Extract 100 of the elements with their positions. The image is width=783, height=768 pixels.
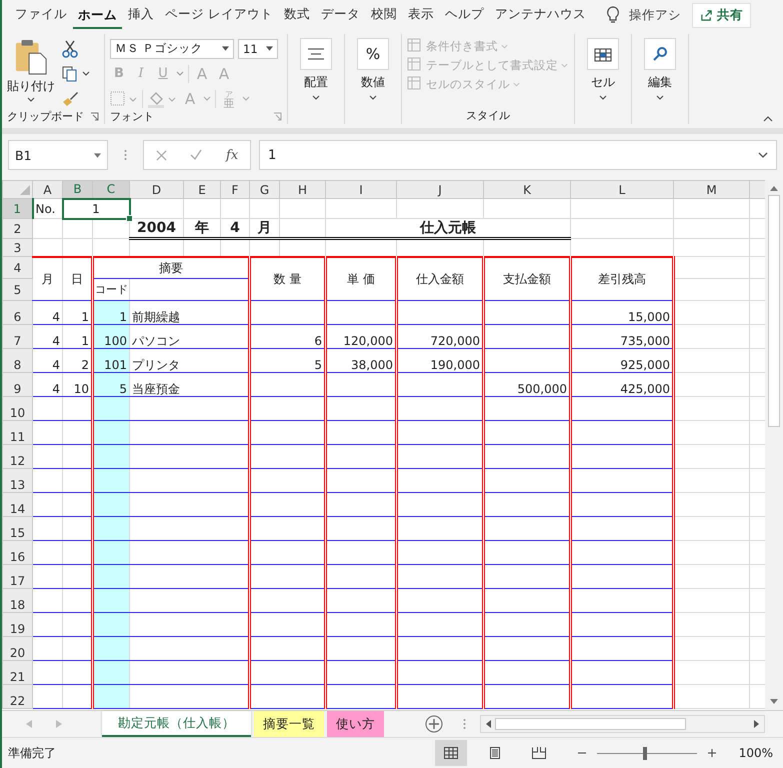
insert-function-button[interactable]: fx	[226, 148, 238, 162]
table-cell: 38,000	[326, 348, 396, 372]
add-sheet-icon[interactable]	[425, 715, 443, 733]
status-text: 準備完了	[8, 744, 57, 762]
table-style-icon	[407, 76, 423, 92]
ribbon-tab[interactable]: データ	[316, 0, 365, 30]
column-header[interactable]: C	[92, 180, 130, 198]
row-header[interactable]: 2	[2, 218, 32, 238]
column-header[interactable]: I	[326, 180, 396, 198]
zoom-level-text[interactable]: 100%	[738, 746, 773, 760]
caret-icon	[501, 44, 508, 48]
format-painter-icon[interactable]	[61, 90, 79, 108]
paste-button[interactable]: 貼り付け	[7, 38, 55, 108]
normal-view-button[interactable]	[434, 740, 467, 766]
cancel-icon[interactable]	[156, 150, 167, 160]
scroll-right-icon[interactable]	[754, 720, 759, 728]
font-name-field[interactable]: ＭＳ Ｐゴシック	[110, 38, 234, 58]
row-header[interactable]: 21	[2, 660, 32, 684]
row-header[interactable]: 13	[2, 468, 32, 492]
vertical-scrollbar[interactable]	[765, 180, 783, 710]
horizontal-scrollbar[interactable]	[480, 715, 765, 733]
row-header[interactable]: 18	[2, 588, 32, 612]
ribbon-tab[interactable]: 挿入	[123, 0, 159, 30]
column-header[interactable]: F	[220, 180, 250, 198]
ribbon-tab[interactable]: ページ レイアウト	[160, 0, 278, 30]
table-cell: 6	[250, 324, 326, 348]
row-header[interactable]: 3	[2, 238, 32, 256]
zoom-in-icon[interactable]	[706, 748, 717, 758]
collapse-ribbon-icon[interactable]	[763, 116, 773, 122]
row-header[interactable]: 14	[2, 492, 32, 516]
column-header[interactable]: K	[484, 180, 570, 198]
row-header[interactable]: 9	[2, 372, 32, 396]
row-header[interactable]: 17	[2, 564, 32, 588]
ribbon-tab[interactable]: ファイル	[10, 0, 72, 30]
row-header[interactable]: 12	[2, 444, 32, 468]
name-box[interactable]: B1	[8, 140, 108, 170]
row-header[interactable]: 15	[2, 516, 32, 540]
row-header[interactable]: 1	[2, 198, 32, 218]
ribbon-tab[interactable]: ヘルプ	[440, 0, 489, 30]
column-header[interactable]: A	[32, 180, 62, 198]
ribbon-tab[interactable]: 表示	[402, 0, 439, 30]
scissors-icon[interactable]	[61, 40, 79, 58]
scroll-left-icon[interactable]	[486, 720, 491, 728]
row-header[interactable]: 11	[2, 420, 32, 444]
ribbon-tab[interactable]: 数式	[278, 0, 315, 30]
copy-icon[interactable]	[61, 65, 91, 83]
align-center-icon	[307, 48, 325, 60]
column-header[interactable]: M	[674, 180, 750, 198]
table-style-icon	[407, 57, 423, 73]
more-icon[interactable]	[124, 149, 127, 161]
formula-field[interactable]: 1	[259, 140, 777, 170]
table-cell: 100	[92, 324, 130, 348]
column-header[interactable]: B	[62, 180, 92, 198]
caret-icon[interactable]	[176, 71, 184, 76]
dialog-launcher-icon[interactable]	[90, 112, 99, 120]
more-icon[interactable]	[463, 718, 466, 730]
caret-icon	[513, 82, 520, 86]
column-header[interactable]: L	[570, 180, 674, 198]
dialog-launcher-icon[interactable]	[273, 112, 282, 121]
sheet-tab[interactable]: 使い方	[327, 711, 384, 737]
row-header[interactable]: 6	[2, 300, 32, 324]
share-icon	[700, 8, 713, 22]
scroll-down-icon[interactable]	[770, 699, 778, 704]
sheet-tab[interactable]: 勘定元帳（仕入帳）	[102, 711, 251, 737]
column-header[interactable]: J	[396, 180, 484, 198]
font-size-field[interactable]: 11	[238, 38, 278, 58]
ribbon-tab[interactable]: 校閲	[366, 0, 402, 30]
fill-handle[interactable]	[126, 214, 132, 222]
table-cell: 4	[32, 348, 62, 372]
row-header[interactable]: 19	[2, 612, 32, 636]
caret-icon[interactable]	[242, 96, 250, 101]
column-header[interactable]: H	[280, 180, 326, 198]
sheet-tab[interactable]: 摘要一覧	[254, 711, 324, 737]
tell-me-text[interactable]: 操作アシ	[628, 6, 681, 24]
row-header[interactable]: 22	[2, 684, 32, 708]
column-header[interactable]: E	[184, 180, 220, 198]
row-header[interactable]: 5	[2, 278, 32, 300]
column-heading: 摘要	[92, 256, 250, 278]
table-title: 仕入元帳	[326, 218, 570, 238]
caret-icon	[312, 95, 320, 100]
dropdown-arrow-icon	[266, 46, 273, 51]
check-icon[interactable]	[190, 149, 202, 161]
row-header[interactable]: 4	[2, 256, 32, 278]
column-header[interactable]: D	[130, 180, 184, 198]
scroll-up-icon[interactable]	[770, 186, 778, 191]
column-header[interactable]: G	[250, 180, 280, 198]
row-header[interactable]: 8	[2, 348, 32, 372]
lightbulb-icon[interactable]	[606, 6, 620, 24]
row-header[interactable]: 10	[2, 396, 32, 420]
table-cell: 101	[92, 348, 130, 372]
row-header[interactable]: 16	[2, 540, 32, 564]
ribbon-tab[interactable]: アンテナハウス	[490, 0, 591, 30]
fill-color-icon[interactable]	[147, 90, 177, 108]
borders-icon[interactable]	[110, 90, 138, 106]
row-header[interactable]: 20	[2, 636, 32, 660]
caret-icon[interactable]	[203, 96, 211, 101]
row-header[interactable]: 7	[2, 324, 32, 348]
caret-icon	[369, 95, 377, 100]
share-button[interactable]: 共有	[692, 2, 751, 28]
group-label: フォント	[110, 109, 154, 124]
